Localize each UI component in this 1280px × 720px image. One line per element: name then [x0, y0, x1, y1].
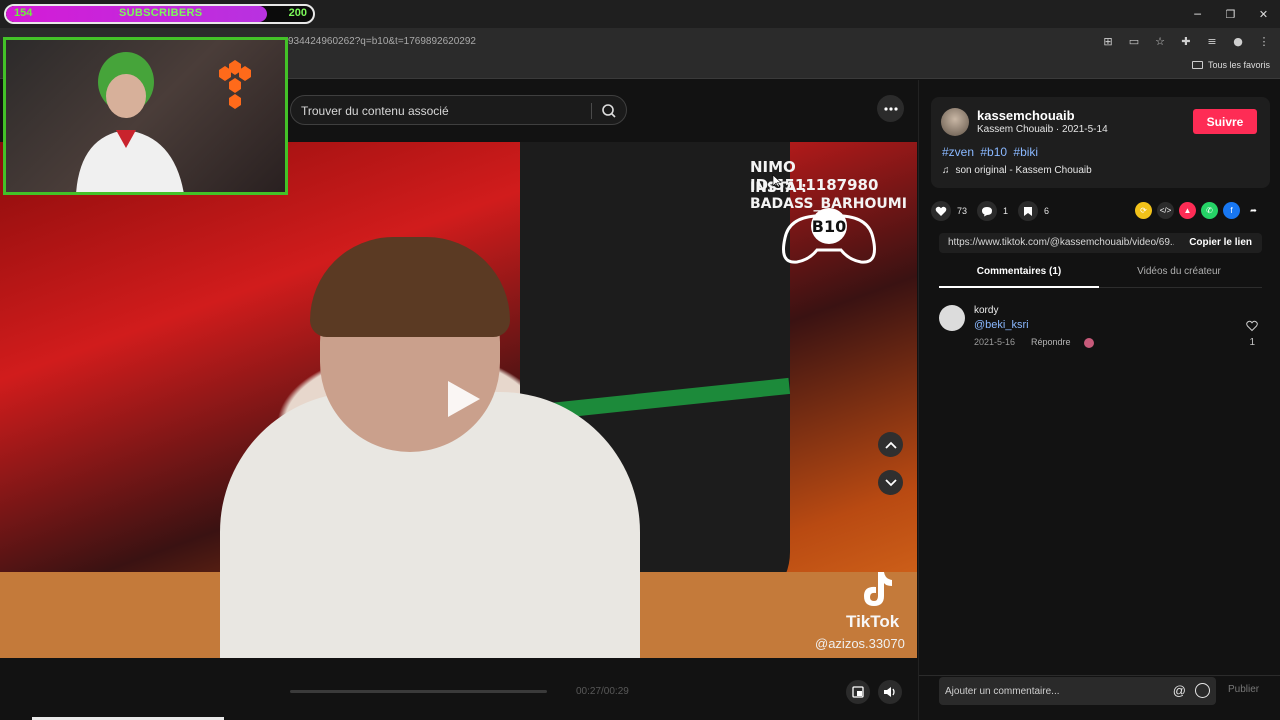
- chevron-down-icon: [884, 478, 897, 486]
- hashtags: #zven #b10 #biki: [942, 145, 1041, 159]
- send-icon[interactable]: ▲: [1179, 202, 1196, 219]
- tiktok-watermark: TikTok: [846, 612, 900, 631]
- video-time: 00:27/00:29: [576, 686, 629, 697]
- cast-icon[interactable]: ▭: [1126, 33, 1142, 49]
- share-icons: ⟳ </> ▲ ✆ f ➦: [1135, 202, 1262, 219]
- volume-button[interactable]: [878, 680, 902, 704]
- volume-icon: [884, 687, 895, 697]
- more-options-button[interactable]: [877, 95, 904, 122]
- embed-icon[interactable]: </>: [1157, 202, 1174, 219]
- comment-input[interactable]: [945, 683, 1165, 699]
- chevron-up-icon: [884, 441, 897, 449]
- save-stat[interactable]: 6: [1018, 201, 1049, 221]
- follow-button[interactable]: Suivre: [1193, 109, 1257, 134]
- more-horizontal-icon: [883, 106, 898, 111]
- folder-icon: [1191, 61, 1203, 69]
- music-note-icon: ♫: [942, 165, 950, 176]
- emoji-icon[interactable]: [1195, 683, 1210, 698]
- comment-icon[interactable]: [977, 201, 998, 221]
- heart-outline-icon[interactable]: [1246, 320, 1258, 332]
- publish-button[interactable]: Publier: [1228, 684, 1259, 695]
- restore-button[interactable]: ❐: [1214, 0, 1247, 28]
- search-input[interactable]: [301, 102, 591, 120]
- previous-video-button[interactable]: [878, 432, 903, 457]
- music-row[interactable]: ♫ son original - Kassem Chouaib: [942, 165, 1092, 176]
- address-bar-icons: ⊞ ▭ ☆ ✚ ≡ ● ⋮: [1100, 33, 1272, 49]
- details-panel: kassemchouaib Kassem Chouaib · 2021-5-14…: [918, 80, 1280, 720]
- related-search-box[interactable]: [290, 95, 627, 125]
- video-player[interactable]: NIMO ID:5511187980 INSTA : BADASS_BARHOU…: [0, 142, 917, 658]
- music-title[interactable]: son original - Kassem Chouaib: [956, 165, 1092, 176]
- copy-link-button[interactable]: Copier le lien: [1189, 237, 1252, 248]
- comment-date: 2021-5-16: [974, 337, 1016, 347]
- comment-item: kordy @beki_ksri 2021-5-16 Répondre 1: [939, 302, 1262, 352]
- hashtag-link[interactable]: #b10: [980, 145, 1007, 159]
- tab-comments[interactable]: Commentaires (1): [939, 263, 1099, 288]
- favorites-label: Tous les favoris: [1207, 60, 1270, 70]
- tab-creator-videos[interactable]: Vidéos du créateur: [1099, 263, 1259, 288]
- b10-logo-icon: B10: [782, 208, 876, 264]
- streamer-silhouette: [76, 52, 184, 192]
- mention-icon[interactable]: @: [1173, 683, 1186, 698]
- link-box: https://www.tiktok.com/@kassemchouaib/vi…: [939, 233, 1262, 253]
- svg-text:B10: B10: [812, 217, 846, 236]
- tiktok-handle: @azizos.33070: [815, 636, 905, 651]
- share-arrow-icon[interactable]: ➦: [1245, 202, 1262, 219]
- comment-stat[interactable]: 1: [977, 201, 1008, 221]
- pip-icon: [852, 686, 864, 698]
- window-controls: ─ ❐ ✕: [1181, 0, 1280, 28]
- avatar[interactable]: [939, 305, 965, 331]
- facebook-icon[interactable]: f: [1223, 202, 1240, 219]
- picture-in-picture-button[interactable]: [846, 680, 870, 704]
- play-icon[interactable]: [440, 377, 484, 421]
- heart-icon[interactable]: [931, 201, 951, 221]
- repost-icon[interactable]: ⟳: [1135, 202, 1152, 219]
- url-text[interactable]: 934424960262?q=b10&t=1769892620292: [288, 36, 476, 47]
- all-favorites[interactable]: Tous les favoris: [1191, 60, 1270, 70]
- creator-reaction-avatar: [1084, 338, 1094, 348]
- bookmark-icon[interactable]: [1018, 201, 1039, 221]
- minimize-button[interactable]: ─: [1181, 0, 1214, 28]
- comment-box[interactable]: @: [939, 677, 1216, 705]
- video-link[interactable]: https://www.tiktok.com/@kassemchouaib/vi…: [948, 237, 1174, 248]
- whatsapp-icon[interactable]: ✆: [1201, 202, 1218, 219]
- menu-kebab-icon[interactable]: ⋮: [1256, 33, 1272, 49]
- video-progress-bar[interactable]: [290, 690, 547, 693]
- bookmark-star-icon[interactable]: ☆: [1152, 33, 1168, 49]
- stats-row: 73 1 6: [931, 201, 1059, 221]
- comment-count: 1: [1003, 206, 1009, 216]
- search-icon[interactable]: [600, 102, 618, 120]
- comment-text[interactable]: @beki_ksri: [974, 319, 1029, 331]
- author-handle[interactable]: kassemchouaib: [977, 108, 1075, 123]
- close-button[interactable]: ✕: [1247, 0, 1280, 28]
- hashtag-link[interactable]: #biki: [1013, 145, 1038, 159]
- panel-tabs: Commentaires (1) Vidéos du créateur: [939, 263, 1262, 288]
- video-person-hair: [310, 237, 510, 337]
- subscriber-goal: 200: [288, 7, 307, 19]
- like-count: 73: [957, 206, 968, 216]
- extensions-icon[interactable]: ✚: [1178, 33, 1194, 49]
- like-stat[interactable]: 73: [931, 201, 967, 221]
- save-count: 6: [1044, 206, 1050, 216]
- media-control-icon[interactable]: ≡: [1204, 33, 1220, 49]
- avatar[interactable]: [941, 108, 969, 136]
- streamer-webcam: [3, 37, 288, 195]
- hex-light-panel-icon: [219, 60, 251, 109]
- author-meta: Kassem Chouaib · 2021-5-14: [977, 124, 1108, 135]
- subscriber-label: SUBSCRIBERS: [119, 7, 203, 19]
- tiktok-logo-icon: [864, 572, 892, 606]
- subscriber-count: 154: [14, 7, 33, 19]
- profile-avatar[interactable]: ●: [1230, 33, 1246, 49]
- next-video-button[interactable]: [878, 470, 903, 495]
- translate-icon[interactable]: ⊞: [1100, 33, 1116, 49]
- comment-like-count: 1: [1249, 337, 1255, 348]
- comment-input-bar: @ Publier: [919, 675, 1280, 720]
- mouse-cursor-icon: [772, 174, 782, 188]
- search-divider: [591, 103, 592, 119]
- hashtag-link[interactable]: #zven: [942, 145, 974, 159]
- comment-username[interactable]: kordy: [974, 305, 998, 316]
- subscriber-goal-bar: 154 SUBSCRIBERS 200: [4, 4, 315, 24]
- reply-button[interactable]: Répondre: [1031, 337, 1071, 347]
- author-card: kassemchouaib Kassem Chouaib · 2021-5-14…: [931, 97, 1270, 188]
